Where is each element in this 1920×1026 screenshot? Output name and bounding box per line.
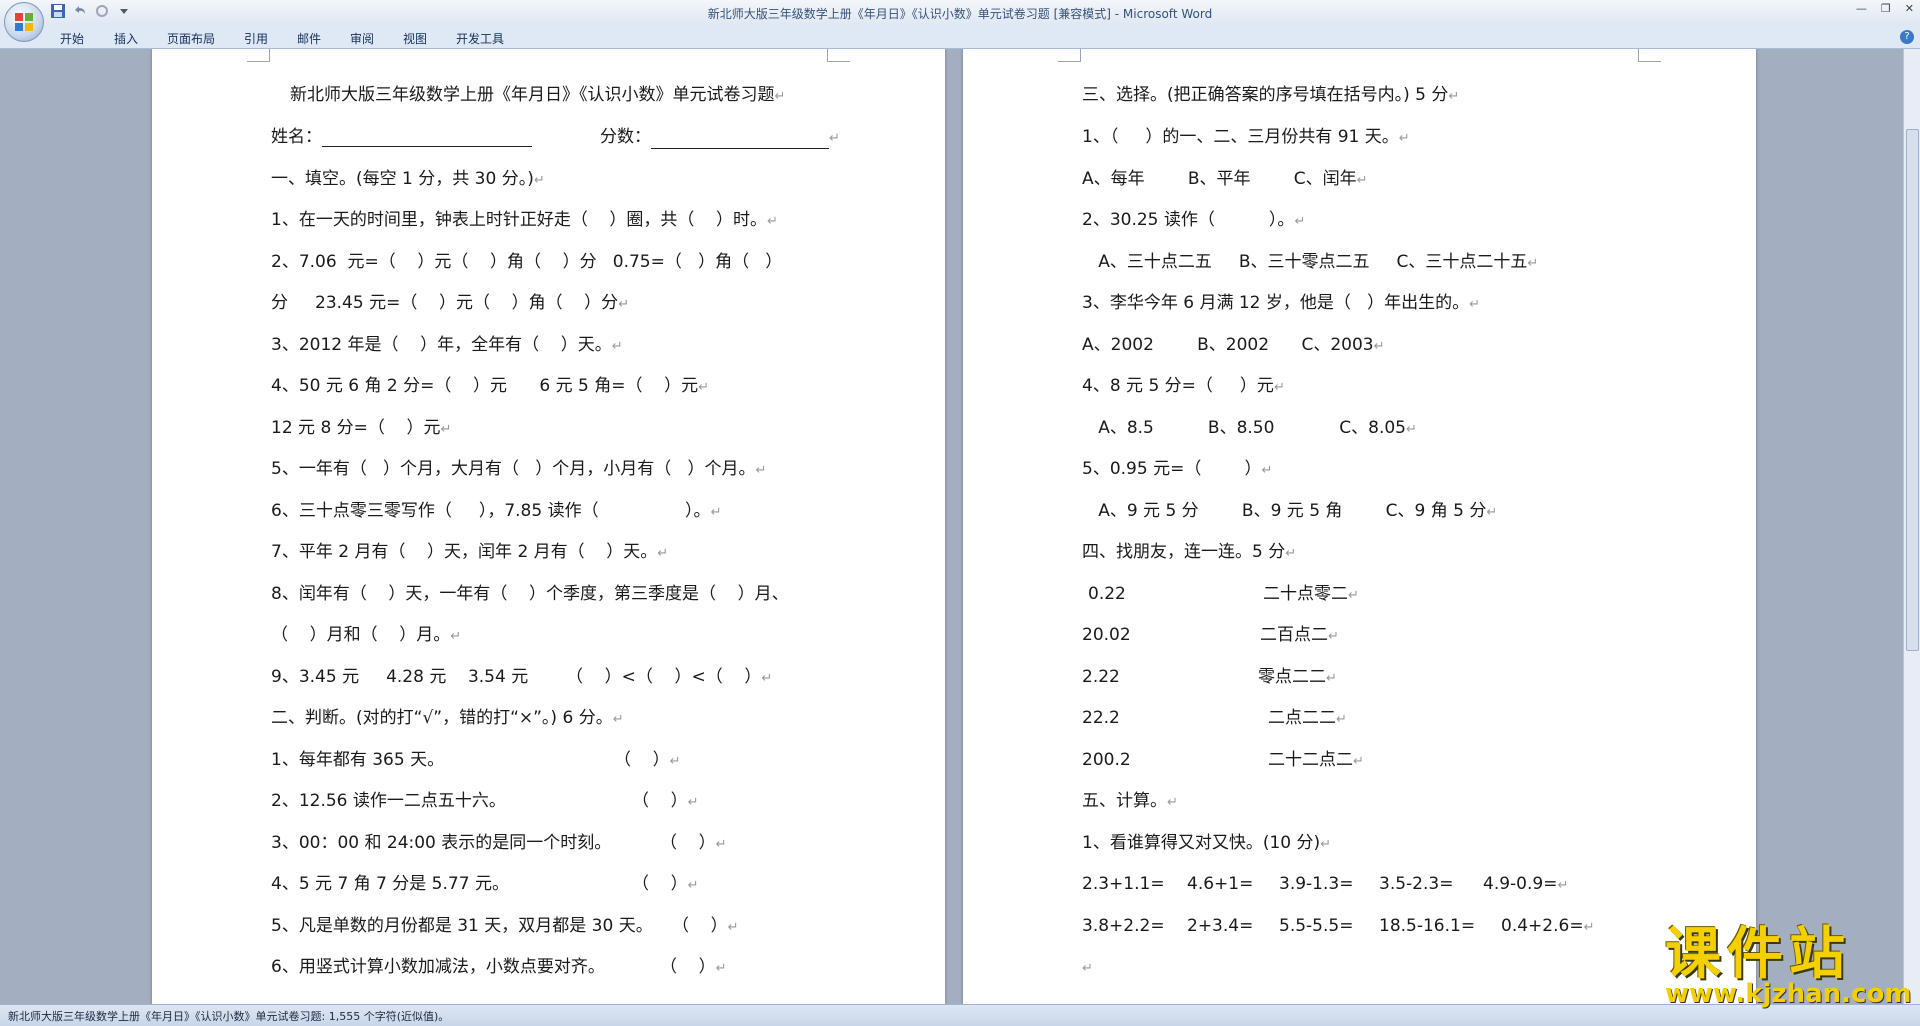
tab-review[interactable]: 审阅 bbox=[350, 30, 374, 47]
score-field: 分数： ↵ bbox=[600, 127, 840, 149]
tab-home[interactable]: 开始 bbox=[60, 30, 84, 47]
office-logo-icon bbox=[15, 13, 33, 31]
calc-item: 0.4+2.6=↵ bbox=[1501, 916, 1595, 936]
match-left-item: 0.22 bbox=[1088, 584, 1126, 604]
match-right-item: 二百点二↵ bbox=[1260, 625, 1339, 645]
title-bar: 新北师大版三年级数学上册《年月日》《认识小数》单元试卷习题 [兼容模式] - M… bbox=[0, 0, 1920, 42]
tab-view[interactable]: 视图 bbox=[403, 30, 427, 47]
match-left-item: 22.2 bbox=[1082, 708, 1120, 728]
question-line: 分 23.45 元=（ ）元（ ）角（ ）分↵ bbox=[271, 293, 630, 313]
question-line: 1、看谁算得又对又快。(10 分)↵ bbox=[1082, 833, 1332, 853]
tab-insert[interactable]: 插入 bbox=[114, 30, 138, 47]
calc-item: 4.9-0.9=↵ bbox=[1483, 874, 1569, 894]
question-line: 9、3.45 元 4.28 元 3.54 元 （ ）<（ ）<（ ）↵ bbox=[271, 667, 773, 687]
question-line: 8、闰年有（ ）天，一年有（ ）个季度，第三季度是（ ）月、 bbox=[271, 584, 789, 604]
close-icon[interactable]: ✕ bbox=[1905, 2, 1914, 15]
minimize-icon[interactable]: — bbox=[1856, 2, 1867, 15]
option-line: A、9 元 5 分 B、9 元 5 角 C、9 角 5 分↵ bbox=[1082, 501, 1498, 521]
tab-developer[interactable]: 开发工具 bbox=[456, 30, 504, 47]
window-controls: — ❐ ✕ bbox=[1856, 2, 1914, 15]
section-heading: 二、判断。(对的打“√”，错的打“×”。) 6 分。↵ bbox=[271, 708, 624, 728]
document-workspace: 新北师大版三年级数学上册《年月日》《认识小数》单元试卷习题↵ 姓名： 分数： ↵ … bbox=[0, 49, 1904, 1004]
section-heading: 四、找朋友，连一连。5 分↵ bbox=[1082, 542, 1297, 562]
calc-item: 2.3+1.1= bbox=[1082, 874, 1165, 894]
tab-mailings[interactable]: 邮件 bbox=[297, 30, 321, 47]
question-line: 7、平年 2 月有（ ）天，闰年 2 月有（ ）天。↵ bbox=[271, 542, 669, 562]
question-line: 2、7.06 元=（ ）元（ ）角（ ）分 0.75=（ ）角（ ） bbox=[271, 252, 783, 272]
margin-corner bbox=[247, 49, 270, 62]
section-heading: 一、填空。(每空 1 分，共 30 分。)↵ bbox=[271, 169, 545, 189]
margin-corner bbox=[1638, 49, 1661, 62]
margin-corner bbox=[1058, 49, 1081, 62]
section-heading: 三、选择。(把正确答案的序号填在括号内。) 5 分↵ bbox=[1082, 85, 1460, 105]
question-line: 1、在一天的时间里，钟表上时针正好走（ ）圈，共（ ）时。↵ bbox=[271, 210, 778, 230]
option-line: A、三十点二五 B、三十零点二五 C、三十点二十五↵ bbox=[1082, 252, 1539, 272]
section-heading: 五、计算。↵ bbox=[1082, 791, 1178, 811]
document-page-2[interactable]: 三、选择。(把正确答案的序号填在括号内。) 5 分↵ 1、（ ）的一、二、三月份… bbox=[963, 49, 1756, 1004]
option-line: A、2002 B、2002 C、2003↵ bbox=[1082, 335, 1385, 355]
watermark-main: 课件站 bbox=[1665, 921, 1851, 987]
name-field: 姓名： bbox=[271, 127, 532, 147]
office-button[interactable] bbox=[4, 2, 44, 42]
question-line: 3、2012 年是（ ）年，全年有（ ）天。↵ bbox=[271, 335, 623, 355]
question-line: 6、三十点零三零写作（ ），7.85 读作（ ）。↵ bbox=[271, 501, 722, 521]
question-line: 3、00：00 和 24:00 表示的是同一个时刻。 bbox=[271, 833, 612, 853]
answer-paren: （ ）↵ bbox=[614, 750, 681, 770]
match-left-item: 20.02 bbox=[1082, 625, 1131, 645]
question-line: 5、一年有（ ）个月，大月有（ ）个月，小月有（ ）个月。↵ bbox=[271, 459, 767, 479]
margin-corner bbox=[827, 49, 850, 62]
question-line: 4、5 元 7 角 7 分是 5.77 元。 bbox=[271, 874, 509, 894]
question-line: 3、李华今年 6 月满 12 岁，他是（ ）年出生的。↵ bbox=[1082, 293, 1480, 313]
match-right-item: 二十二点二↵ bbox=[1268, 750, 1364, 770]
calc-item: 3.8+2.2= bbox=[1082, 916, 1165, 936]
answer-paren: （ ）↵ bbox=[632, 791, 699, 811]
restore-icon[interactable]: ❐ bbox=[1881, 2, 1891, 15]
answer-paren: （ ）↵ bbox=[660, 833, 727, 853]
option-line: A、8.5 B、8.50 C、8.05↵ bbox=[1082, 418, 1417, 438]
help-icon[interactable]: ? bbox=[1900, 30, 1914, 44]
option-line: A、每年 B、平年 C、闰年↵ bbox=[1082, 169, 1368, 189]
doc-title-line: 新北师大版三年级数学上册《年月日》《认识小数》单元试卷习题↵ bbox=[290, 85, 786, 105]
calc-item: 3.9-1.3= bbox=[1279, 874, 1354, 894]
question-line: 1、（ ）的一、二、三月份共有 91 天。↵ bbox=[1082, 127, 1410, 147]
status-text: 新北师大版三年级数学上册《年月日》《认识小数》单元试卷习题: 1,555 个字符… bbox=[8, 1010, 450, 1023]
match-left-item: 2.22 bbox=[1082, 667, 1120, 687]
paragraph-mark: ↵ bbox=[1082, 961, 1093, 976]
match-left-item: 200.2 bbox=[1082, 750, 1131, 770]
ribbon-tabs: 开始 插入 页面布局 引用 邮件 审阅 视图 开发工具 bbox=[0, 26, 1920, 49]
match-right-item: 二十点零二↵ bbox=[1263, 584, 1359, 604]
question-line: 2、30.25 读作（ ）。↵ bbox=[1082, 210, 1306, 230]
watermark-url: www.kjzhan.com bbox=[1665, 979, 1912, 1009]
question-line: 5、凡是单数的月份都是 31 天，双月都是 30 天。 bbox=[271, 916, 653, 936]
question-line: 12 元 8 分=（ ）元↵ bbox=[271, 418, 452, 438]
calc-item: 2+3.4= bbox=[1187, 916, 1254, 936]
calc-item: 3.5-2.3= bbox=[1379, 874, 1454, 894]
answer-paren: （ ）↵ bbox=[660, 957, 727, 977]
question-line: 4、8 元 5 分=（ ）元↵ bbox=[1082, 376, 1285, 396]
question-line: 2、12.56 读作一二点五十六。 bbox=[271, 791, 506, 811]
vertical-scrollbar[interactable] bbox=[1903, 49, 1920, 1004]
window-title: 新北师大版三年级数学上册《年月日》《认识小数》单元试卷习题 [兼容模式] - M… bbox=[707, 7, 1213, 21]
question-line: 6、用竖式计算小数加减法，小数点要对齐。 bbox=[271, 957, 605, 977]
calc-item: 5.5-5.5= bbox=[1279, 916, 1354, 936]
match-right-item: 二点二二↵ bbox=[1268, 708, 1347, 728]
status-bar: 新北师大版三年级数学上册《年月日》《认识小数》单元试卷习题: 1,555 个字符… bbox=[0, 1004, 1920, 1026]
question-line: 1、每年都有 365 天。 bbox=[271, 750, 445, 770]
tab-references[interactable]: 引用 bbox=[244, 30, 268, 47]
tab-page-layout[interactable]: 页面布局 bbox=[167, 30, 215, 47]
answer-paren: （ ）↵ bbox=[632, 874, 699, 894]
question-line: （ ）月和（ ）月。↵ bbox=[271, 625, 462, 645]
calc-item: 18.5-16.1= bbox=[1379, 916, 1476, 936]
calc-item: 4.6+1= bbox=[1187, 874, 1254, 894]
match-right-item: 零点二二↵ bbox=[1258, 667, 1337, 687]
answer-paren: （ ）↵ bbox=[672, 916, 739, 936]
question-line: 4、50 元 6 角 2 分=（ ）元 6 元 5 角=（ ）元↵ bbox=[271, 376, 709, 396]
document-page-1[interactable]: 新北师大版三年级数学上册《年月日》《认识小数》单元试卷习题↵ 姓名： 分数： ↵ … bbox=[152, 49, 945, 1004]
scrollbar-thumb[interactable] bbox=[1906, 129, 1919, 651]
question-line: 5、0.95 元=（ ）↵ bbox=[1082, 459, 1273, 479]
watermark-logo: 课件站 www.kjzhan.com bbox=[1665, 921, 1912, 1009]
